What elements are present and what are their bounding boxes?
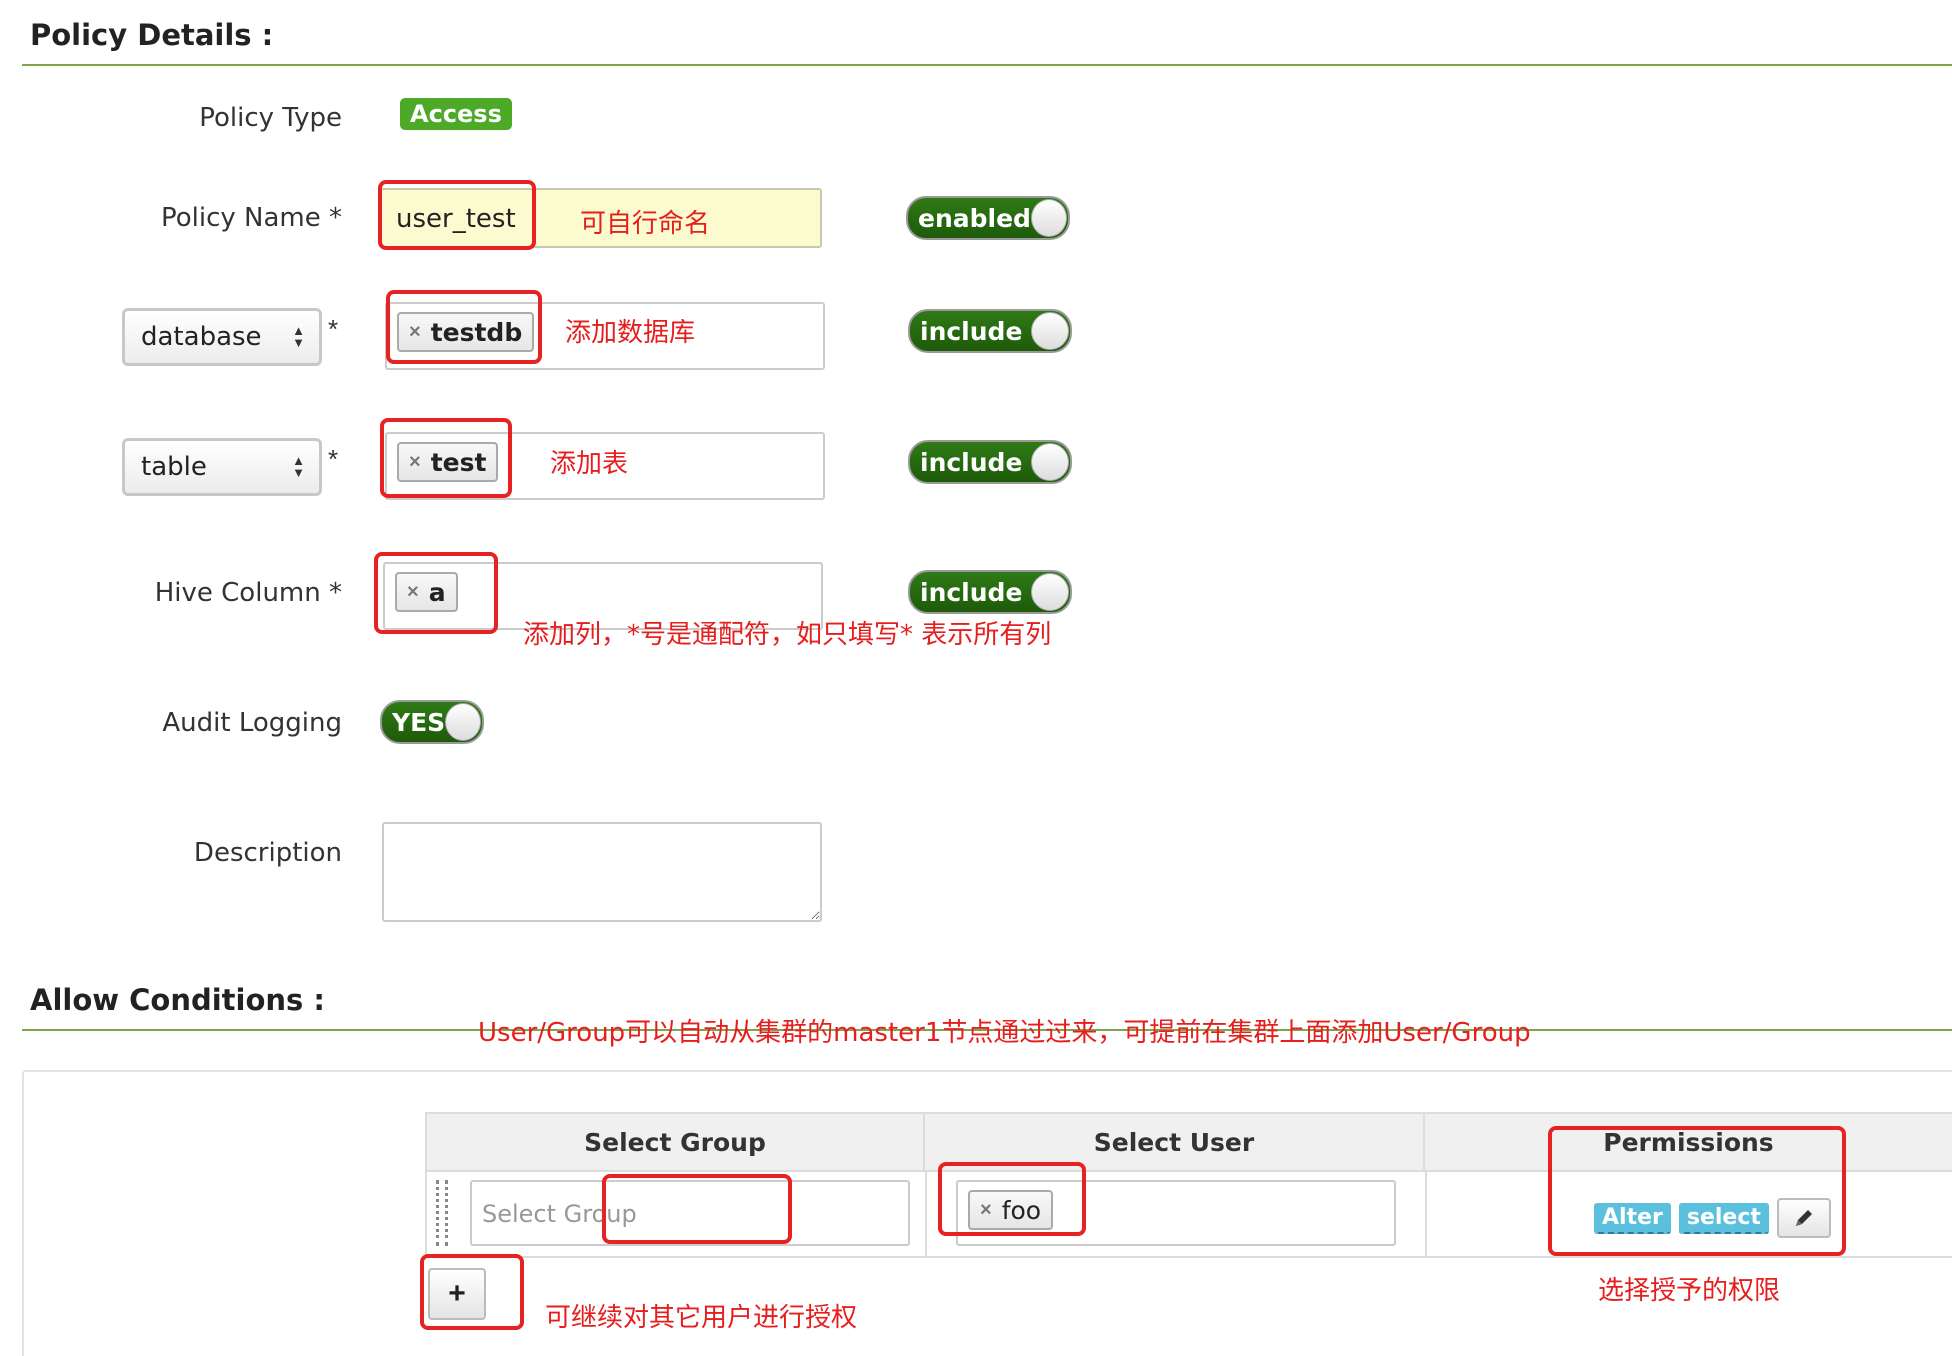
toggle-knob <box>1031 312 1069 350</box>
description-label: Description <box>193 838 342 868</box>
annotation-policy-name: 可自行命名 <box>580 209 711 239</box>
audit-logging-toggle[interactable]: YES <box>380 700 484 744</box>
annotation-box-add-button <box>420 1254 524 1330</box>
description-textarea[interactable] <box>382 822 822 922</box>
column-include-label: include <box>920 577 1023 607</box>
select-arrows-icon: ▲ ▼ <box>292 453 305 480</box>
table-include-toggle[interactable]: include <box>908 440 1072 484</box>
policy-type-label: Policy Type <box>199 103 342 133</box>
audit-logging-toggle-label: YES <box>392 707 446 737</box>
annotation-column: 添加列，*号是通配符，如只填写* 表示所有列 <box>523 620 1052 650</box>
toggle-knob <box>1031 443 1069 481</box>
resource-type-value: database <box>141 322 262 352</box>
column-header-select-group: Select Group <box>425 1112 925 1172</box>
annotation-database: 添加数据库 <box>565 318 696 348</box>
annotation-table: 添加表 <box>550 449 629 479</box>
select-arrows-icon: ▲ ▼ <box>292 323 305 350</box>
annotation-add-more: 可继续对其它用户进行授权 <box>545 1303 858 1333</box>
allow-conditions-title: Allow Conditions : <box>30 983 326 1017</box>
policy-type-badge: Access <box>400 98 512 130</box>
toggle-knob <box>1031 573 1069 611</box>
policy-details-divider <box>22 64 1952 66</box>
policy-enabled-toggle-label: enabled <box>918 203 1031 233</box>
annotation-box-policy-name <box>378 180 536 250</box>
annotation-box-database <box>386 290 542 364</box>
policy-name-label: Policy Name * <box>160 203 342 233</box>
annotation-box-table <box>380 418 512 498</box>
required-marker: * <box>328 314 339 344</box>
table-include-label: include <box>920 447 1023 477</box>
policy-details-title: Policy Details : <box>30 18 274 52</box>
policy-enabled-toggle[interactable]: enabled <box>906 196 1070 240</box>
resource-type-select-database[interactable]: database ▲ ▼ <box>122 308 322 366</box>
annotation-permissions: 选择授予的权限 <box>1598 1276 1781 1306</box>
column-include-toggle[interactable]: include <box>908 570 1072 614</box>
toggle-knob <box>1030 199 1067 237</box>
annotation-box-column <box>374 552 498 634</box>
annotation-box-select-group <box>602 1174 792 1244</box>
toggle-knob <box>445 703 481 741</box>
database-include-toggle[interactable]: include <box>908 309 1072 353</box>
drag-handle-icon[interactable] <box>436 1180 448 1246</box>
audit-logging-label: Audit Logging <box>162 708 342 738</box>
annotation-box-permissions <box>1548 1126 1846 1256</box>
column-divider <box>925 1172 927 1258</box>
resource-type-select-table[interactable]: table ▲ ▼ <box>122 438 322 496</box>
required-marker: * <box>328 444 339 474</box>
column-divider <box>1425 1172 1427 1258</box>
annotation-box-select-user <box>938 1162 1086 1236</box>
hive-column-label: Hive Column * <box>154 578 342 608</box>
annotation-user-group: User/Group可以自动从集群的master1节点通过过来，可提前在集群上面… <box>478 1018 1531 1048</box>
resource-type-value: table <box>141 452 207 482</box>
database-include-label: include <box>920 316 1023 346</box>
